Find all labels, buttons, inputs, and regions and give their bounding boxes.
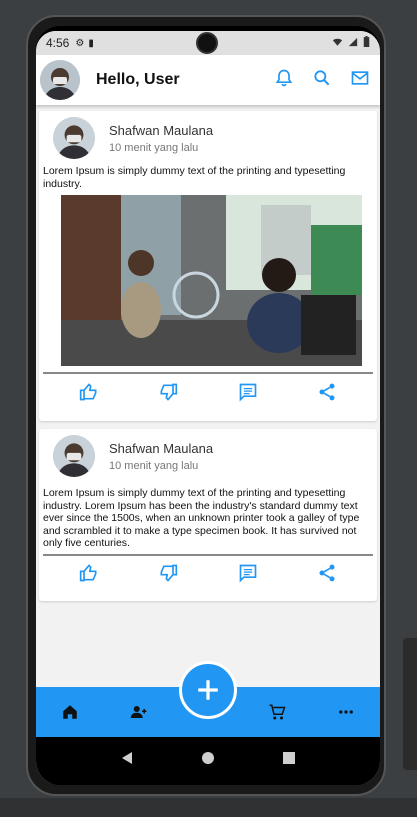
share-icon[interactable]: [317, 563, 337, 588]
share-icon[interactable]: [317, 382, 337, 407]
nav-more[interactable]: [311, 703, 380, 721]
home-icon: [63, 705, 78, 719]
post-author-name[interactable]: Shafwan Maulana: [109, 123, 213, 138]
post-actions: [39, 556, 377, 596]
add-icon: [198, 680, 218, 700]
emulator-bottom-strip: [0, 798, 417, 817]
post-text: Lorem Ipsum is simply dummy text of the …: [43, 487, 360, 549]
post-author-avatar[interactable]: [53, 435, 95, 477]
emulator-side-toolbar: [403, 638, 417, 770]
signal-icon: [348, 36, 358, 50]
thumb-down-icon[interactable]: [158, 563, 178, 588]
mail-icon[interactable]: [350, 68, 370, 93]
phone-bezel: 4:56 ⚙ ▮ Hello, User Shafwan Maulana 10 …: [36, 26, 380, 785]
post-card: Shafwan Maulana 10 menit yang lalu Lorem…: [39, 111, 377, 421]
phone-frame: 4:56 ⚙ ▮ Hello, User Shafwan Maulana 10 …: [26, 15, 386, 796]
sd-card-status-icon: ▮: [88, 37, 94, 49]
thumb-down-icon[interactable]: [158, 382, 178, 407]
post-author-avatar[interactable]: [53, 117, 95, 159]
status-time: 4:56: [46, 36, 70, 50]
post-actions: [39, 374, 377, 414]
cart-icon: [269, 704, 286, 720]
add-post-button[interactable]: [179, 661, 237, 719]
greeting-title: Hello, User: [96, 71, 180, 88]
wifi-icon: [332, 36, 343, 50]
back-icon[interactable]: [120, 751, 134, 770]
post-text: Lorem Ipsum is simply dummy text of the …: [43, 165, 346, 190]
post-timestamp: 10 menit yang lalu: [109, 141, 199, 154]
nav-friends[interactable]: [105, 703, 174, 721]
more-icon: [338, 710, 353, 714]
home-button-icon[interactable]: [201, 751, 215, 770]
app-screen: 4:56 ⚙ ▮ Hello, User Shafwan Maulana 10 …: [36, 31, 380, 783]
post-author-name[interactable]: Shafwan Maulana: [109, 441, 213, 456]
search-icon[interactable]: [312, 68, 332, 93]
recents-icon[interactable]: [282, 751, 296, 770]
post-photo[interactable]: [61, 195, 362, 366]
app-bar: Hello, User: [36, 55, 380, 105]
user-avatar[interactable]: [40, 60, 80, 100]
battery-icon: [363, 36, 370, 50]
notification-bell-icon[interactable]: [274, 68, 294, 93]
front-camera: [196, 32, 218, 54]
thumb-up-icon[interactable]: [79, 382, 99, 407]
nav-home[interactable]: [36, 703, 105, 721]
post-timestamp: 10 menit yang lalu: [109, 459, 199, 472]
friends-icon: [130, 706, 147, 718]
system-navigation: [36, 737, 380, 783]
thumb-up-icon[interactable]: [79, 563, 99, 588]
nav-cart[interactable]: [242, 703, 311, 721]
settings-status-icon: ⚙: [75, 37, 85, 49]
comment-icon[interactable]: [238, 382, 258, 407]
comment-icon[interactable]: [238, 563, 258, 588]
post-card: Shafwan Maulana 10 menit yang lalu Lorem…: [39, 429, 377, 601]
